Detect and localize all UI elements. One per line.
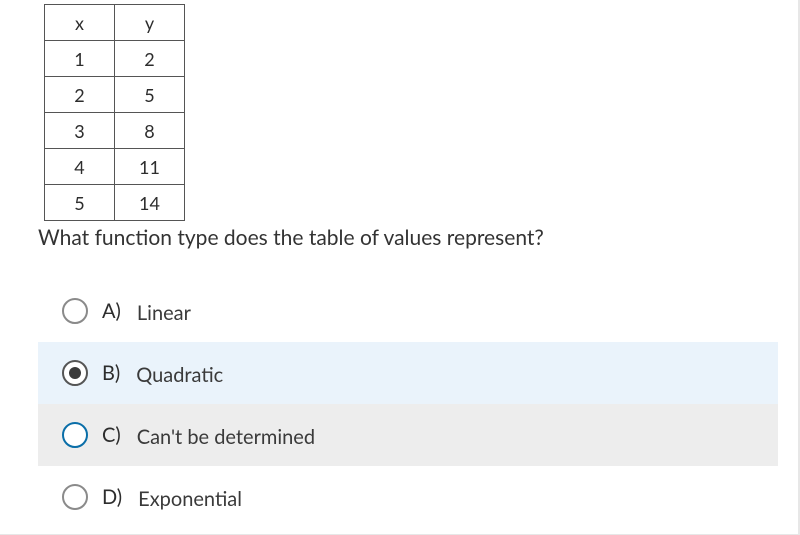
col-header-y: y (115, 5, 185, 41)
option-d[interactable]: D) Exponential (38, 466, 778, 528)
question-text: What function type does the table of val… (38, 225, 778, 250)
option-text: Linear (137, 301, 191, 325)
option-letter: B) (102, 361, 120, 385)
answer-options: A) Linear B) Quadratic C) Can't be deter… (38, 280, 778, 528)
option-letter: A) (102, 299, 121, 323)
cell-y: 14 (115, 185, 185, 221)
radio-icon[interactable] (62, 422, 88, 448)
cell-x: 4 (45, 149, 115, 185)
table-row: 1 2 (45, 41, 185, 77)
question-block: x y 1 2 2 5 3 8 4 11 5 14 What function … (0, 0, 798, 528)
cell-x: 1 (45, 41, 115, 77)
cell-y: 8 (115, 113, 185, 149)
option-text: Quadratic (136, 363, 223, 387)
cell-x: 5 (45, 185, 115, 221)
table-row: 2 5 (45, 77, 185, 113)
table-row: 5 14 (45, 185, 185, 221)
cell-x: 3 (45, 113, 115, 149)
data-table: x y 1 2 2 5 3 8 4 11 5 14 (44, 4, 185, 221)
radio-icon[interactable] (62, 484, 88, 510)
cell-y: 5 (115, 77, 185, 113)
cell-x: 2 (45, 77, 115, 113)
table-head-row: x y (45, 5, 185, 41)
table-row: 4 11 (45, 149, 185, 185)
option-text: Exponential (138, 487, 242, 511)
table-row: 3 8 (45, 113, 185, 149)
option-text: Can't be determined (137, 425, 315, 449)
option-letter: C) (102, 423, 121, 447)
cell-y: 11 (115, 149, 185, 185)
radio-icon[interactable] (62, 360, 88, 386)
radio-icon[interactable] (62, 298, 88, 324)
option-b[interactable]: B) Quadratic (38, 342, 778, 404)
col-header-x: x (45, 5, 115, 41)
option-letter: D) (102, 485, 122, 509)
option-a[interactable]: A) Linear (38, 280, 778, 342)
option-c[interactable]: C) Can't be determined (38, 404, 778, 466)
cell-y: 2 (115, 41, 185, 77)
